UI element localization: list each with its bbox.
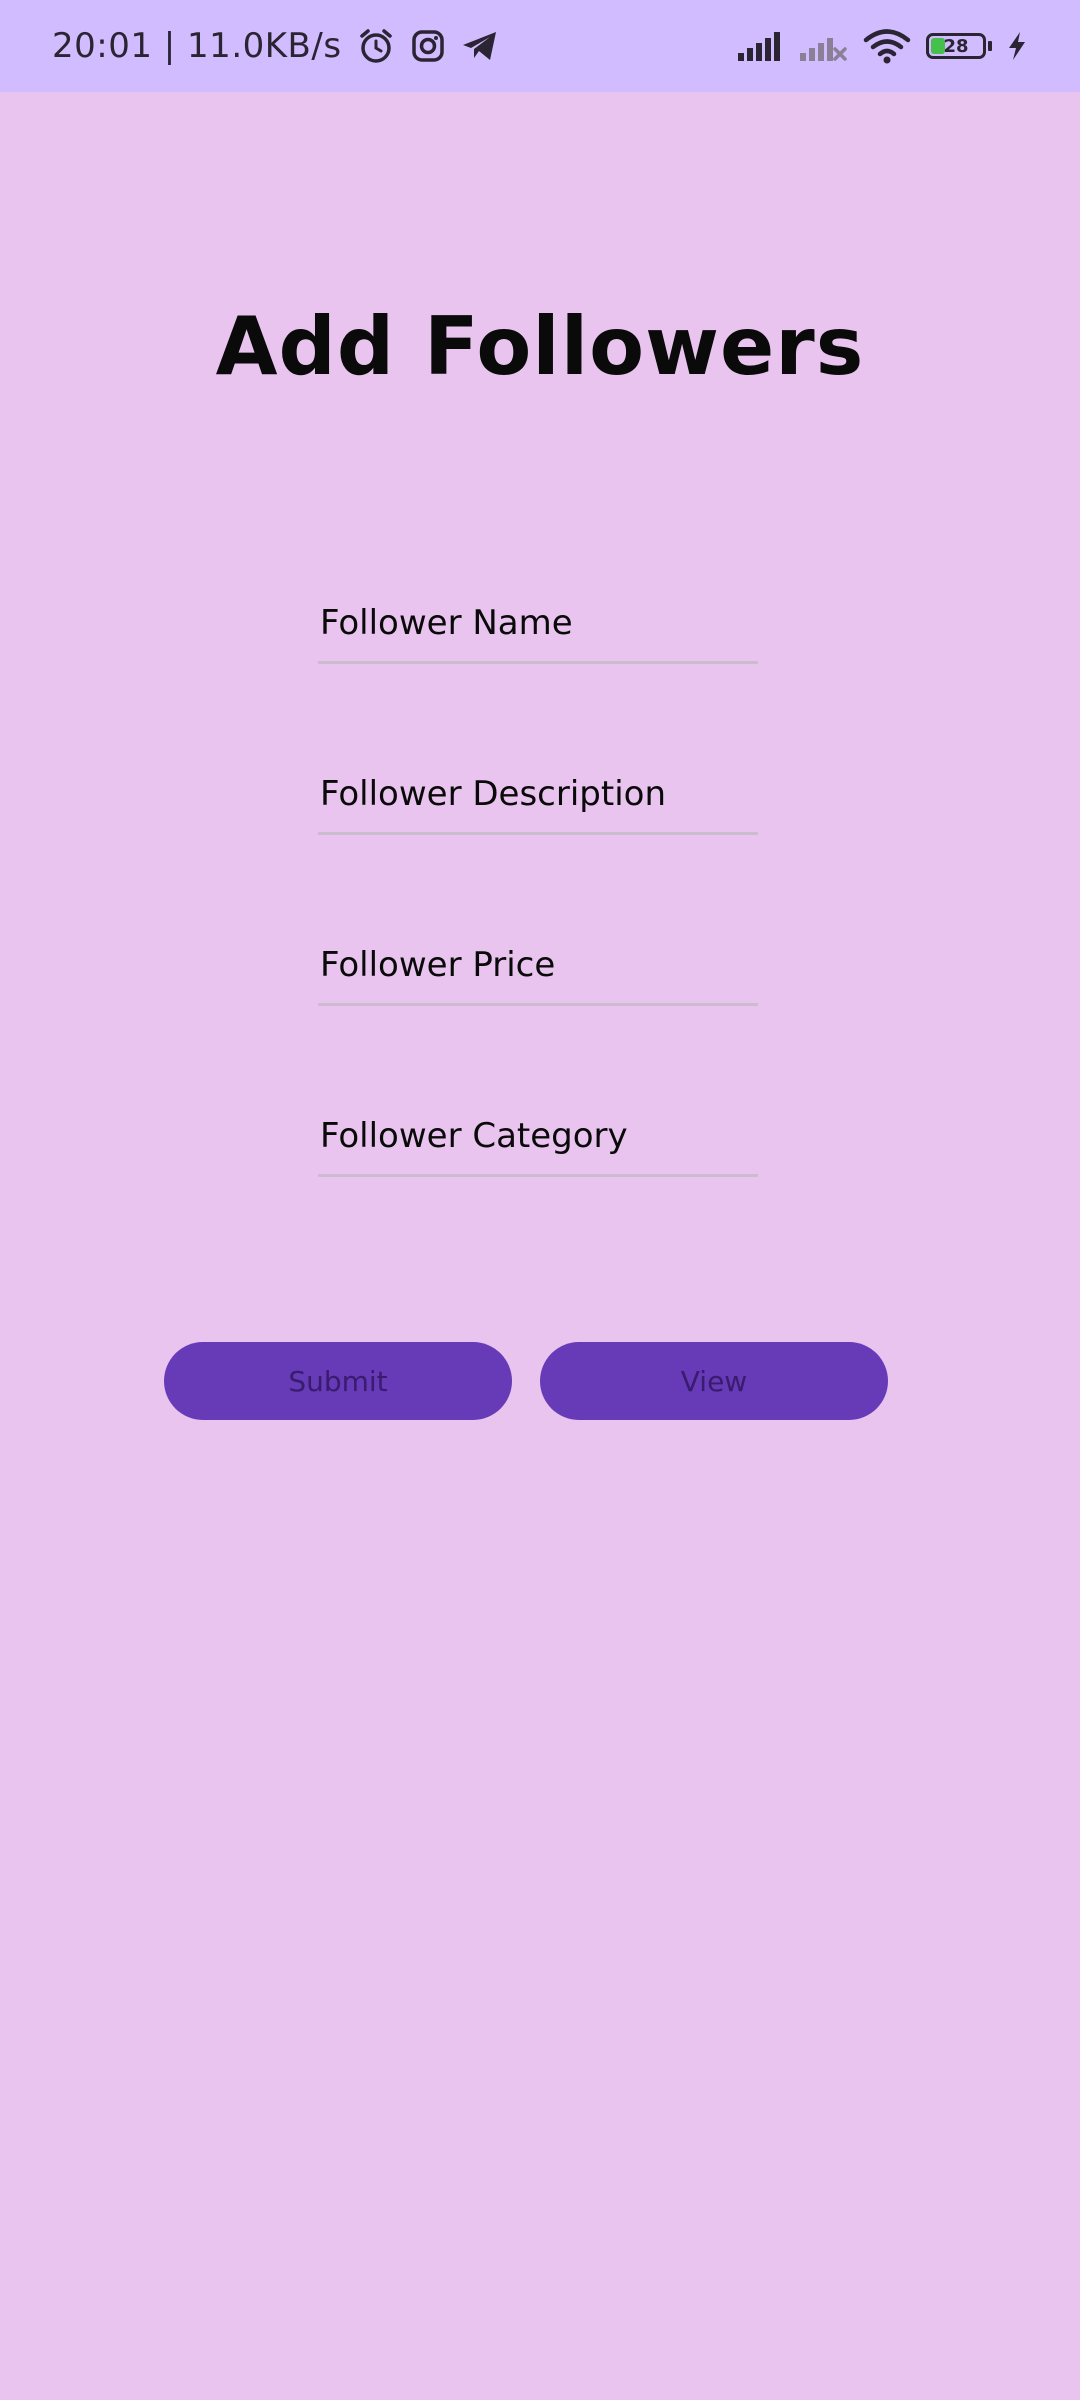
follower-description-field <box>318 761 758 835</box>
status-time-speed: 20:01 | 11.0KB/s <box>52 26 342 66</box>
follower-name-field <box>318 590 758 664</box>
follower-price-field <box>318 932 758 1006</box>
follower-category-input[interactable] <box>318 1103 758 1174</box>
battery-icon: 28 <box>926 33 992 59</box>
follower-category-field <box>318 1103 758 1177</box>
signal-icon <box>736 29 784 63</box>
charging-icon <box>1006 30 1028 62</box>
status-left: 20:01 | 11.0KB/s <box>52 0 500 92</box>
status-right: 28 <box>736 0 1028 92</box>
signal-no-service-icon <box>798 29 848 63</box>
instagram-icon <box>410 28 446 64</box>
follower-description-input[interactable] <box>318 761 758 832</box>
status-bar: 20:01 | 11.0KB/s 28 <box>0 0 1080 92</box>
follower-name-input[interactable] <box>318 590 758 661</box>
submit-button[interactable]: Submit <box>164 1342 512 1420</box>
wifi-icon <box>862 27 912 65</box>
alarm-icon <box>356 26 396 66</box>
page-title: Add Followers <box>215 300 865 393</box>
battery-cap <box>988 41 992 51</box>
follower-price-input[interactable] <box>318 932 758 1003</box>
telegram-icon <box>460 28 500 64</box>
battery-percent: 28 <box>943 35 969 57</box>
battery-body: 28 <box>926 33 986 59</box>
view-button[interactable]: View <box>540 1342 888 1420</box>
